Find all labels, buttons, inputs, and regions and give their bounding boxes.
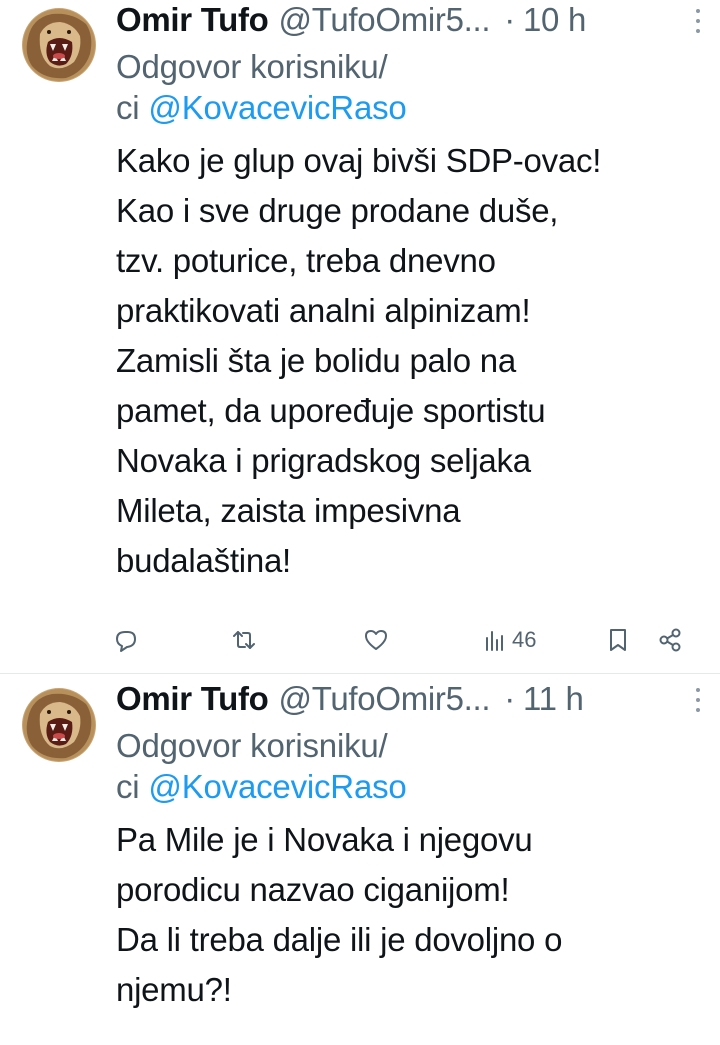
timestamp[interactable]: 10 h — [523, 0, 586, 40]
separator-dot: · — [504, 1, 515, 38]
reply-button[interactable] — [112, 620, 140, 660]
reply-context: Odgovor korisniku/ ci @KovacevicRaso — [116, 725, 698, 807]
share-button[interactable] — [656, 620, 684, 660]
tweet-header: Omir Tufo @TufoOmir5... · 11 h — [116, 679, 698, 719]
like-button[interactable] — [362, 620, 390, 660]
author-handle[interactable]: @TufoOmir5... — [279, 0, 491, 40]
reply-context: Odgovor korisniku/ ci @KovacevicRaso — [116, 46, 698, 128]
tweet-text: Pa Mile je i Novaka i njegovu porodicu n… — [116, 821, 563, 1008]
reply-mention-link[interactable]: @KovacevicRaso — [148, 768, 406, 805]
reply-prefix: Odgovor korisniku/ — [116, 48, 388, 85]
more-icon[interactable] — [686, 685, 710, 715]
heart-icon — [365, 630, 387, 650]
reply-prefix: Odgovor korisniku/ — [116, 727, 388, 764]
reply-prefix-suffix: ci — [116, 89, 140, 126]
author-handle[interactable]: @TufoOmir5... — [279, 679, 491, 719]
retweet-button[interactable] — [230, 620, 258, 660]
tweet-text: Kako je glup ovaj bivši SDP-ovac! Kao i … — [116, 142, 602, 579]
views-icon — [486, 631, 503, 651]
bookmark-icon — [610, 629, 626, 651]
reply-mention-link[interactable]: @KovacevicRaso — [148, 89, 406, 126]
views-count: 46 — [512, 627, 537, 652]
bookmark-button[interactable] — [604, 620, 632, 660]
tweet[interactable]: Omir Tufo @TufoOmir5... · 10 h Odgovor k… — [0, 0, 720, 673]
reply-prefix-suffix: ci — [116, 768, 140, 805]
separator-dot: · — [504, 680, 515, 717]
more-icon[interactable] — [686, 6, 710, 36]
tweet-content: Omir Tufo @TufoOmir5... · 11 h Odgovor k… — [116, 679, 700, 1015]
avatar[interactable] — [22, 8, 96, 82]
tweet-header: Omir Tufo @TufoOmir5... · 10 h — [116, 0, 698, 40]
avatar-lion-image — [22, 688, 96, 762]
retweet-icon — [233, 631, 255, 649]
author-name[interactable]: Omir Tufo — [116, 0, 269, 40]
timestamp[interactable]: 11 h — [523, 679, 584, 719]
views-button[interactable]: 46 — [482, 620, 536, 660]
action-bar: 46 — [112, 620, 692, 660]
tweet-content: Omir Tufo @TufoOmir5... · 10 h Odgovor k… — [116, 0, 700, 586]
reply-icon — [116, 631, 136, 652]
author-name[interactable]: Omir Tufo — [116, 679, 269, 719]
share-icon — [659, 628, 681, 652]
avatar-lion-image — [22, 8, 96, 82]
avatar[interactable] — [22, 688, 96, 762]
tweet[interactable]: Omir Tufo @TufoOmir5... · 11 h Odgovor k… — [0, 673, 720, 1045]
